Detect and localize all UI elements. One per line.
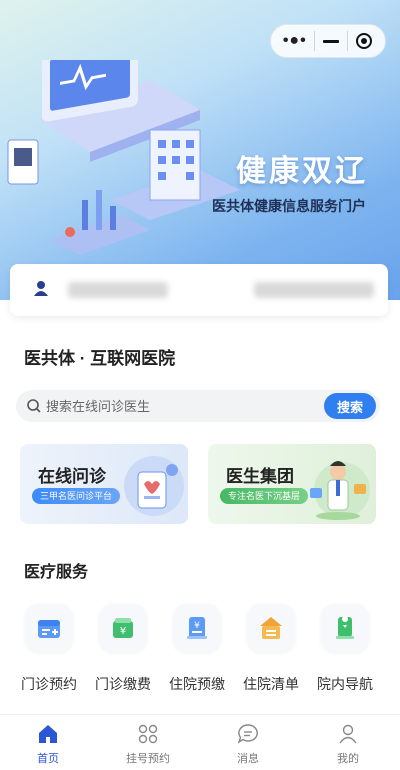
svg-text:¥: ¥ xyxy=(120,626,126,637)
app-subtitle: 医共体健康信息服务门户 xyxy=(212,198,366,214)
tab-label: 消息 xyxy=(237,753,259,765)
capsule-divider xyxy=(346,31,348,51)
calendar-icon xyxy=(38,620,60,638)
yuan-wallet-icon: ¥ xyxy=(113,618,133,638)
mini-program-capsule: •●• xyxy=(270,24,386,58)
tab-label: 首页 xyxy=(37,753,59,765)
more-dots-icon[interactable]: •●• xyxy=(283,32,307,50)
medical-services-title: 医疗服务 xyxy=(24,564,89,581)
tab-label: 我的 xyxy=(337,753,359,765)
target-close-icon[interactable] xyxy=(355,32,373,50)
health-illustration xyxy=(7,60,240,255)
service-label: 门诊缴费 xyxy=(95,676,151,692)
service-label: 门诊预约 xyxy=(21,676,77,692)
tab-profile[interactable]: 我的 xyxy=(308,723,388,766)
checklist-icon xyxy=(260,617,282,639)
message-icon xyxy=(237,724,258,744)
outpatient-appointment-button[interactable]: 门诊预约 xyxy=(14,604,84,694)
doctor-search-bar: 搜索 xyxy=(16,390,380,422)
online-consultation-card[interactable]: 在线问诊 三甲名医问诊平台 xyxy=(20,444,188,524)
location-icon xyxy=(336,616,354,639)
hospital-section-title: 医共体 · 互联网医院 xyxy=(24,349,176,368)
minimize-icon[interactable] xyxy=(322,39,339,43)
yuan-bill-icon: ¥ xyxy=(187,617,207,639)
service-label: 住院预缴 xyxy=(169,676,225,692)
tab-home[interactable]: 首页 xyxy=(8,723,88,766)
user-info-card[interactable] xyxy=(10,264,388,316)
tab-label: 挂号预约 xyxy=(126,753,170,765)
service-label: 住院清单 xyxy=(243,676,299,692)
capsule-divider xyxy=(314,31,316,51)
masked-user-id xyxy=(254,282,374,298)
user-icon xyxy=(34,281,48,296)
home-icon xyxy=(39,725,57,743)
bottom-tab-bar: 首页 挂号预约 消息 我的 xyxy=(0,714,400,770)
card-badge: 三甲名医问诊平台 xyxy=(32,488,121,504)
search-input[interactable] xyxy=(46,395,296,417)
search-icon xyxy=(27,399,41,413)
outpatient-payment-button[interactable]: ¥ 门诊缴费 xyxy=(88,604,158,694)
doctor-illustration xyxy=(310,461,370,520)
profile-icon xyxy=(339,724,357,744)
grid-icon xyxy=(138,724,158,744)
app-title: 健康双辽 xyxy=(236,155,368,188)
search-button[interactable]: 搜索 xyxy=(324,393,376,419)
svg-text:¥: ¥ xyxy=(194,621,200,631)
inpatient-list-button[interactable]: 住院清单 xyxy=(236,604,306,694)
card-title: 在线问诊 xyxy=(38,467,106,486)
doctor-group-card[interactable]: 医生集团 专注名医下沉基层 xyxy=(208,444,376,524)
card-title: 医生集团 xyxy=(226,467,294,486)
consultation-illustration xyxy=(124,456,184,516)
service-label: 院内导航 xyxy=(317,676,373,692)
card-badge: 专注名医下沉基层 xyxy=(220,488,309,504)
tab-appointment[interactable]: 挂号预约 xyxy=(108,723,188,766)
inpatient-prepay-button[interactable]: ¥ 住院预缴 xyxy=(162,604,232,694)
masked-user-name xyxy=(68,282,168,298)
tab-messages[interactable]: 消息 xyxy=(208,723,288,766)
hospital-navigation-button[interactable]: 院内导航 xyxy=(310,604,380,694)
hero-banner: •●• 健康双辽 医共体健康信息服务门户 xyxy=(0,0,400,300)
